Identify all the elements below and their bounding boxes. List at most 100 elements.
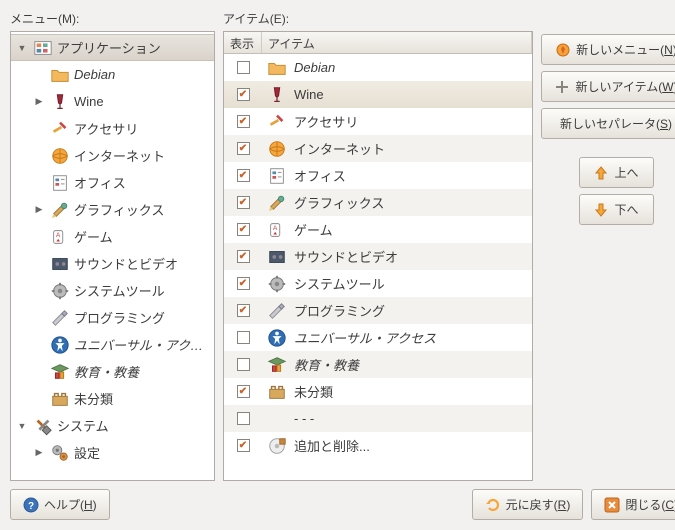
system-tools-icon <box>49 280 71 302</box>
tree-item[interactable]: サウンドとビデオ <box>11 250 214 277</box>
expander-icon[interactable]: ▶ <box>32 204 46 215</box>
internet-icon <box>49 145 71 167</box>
svg-text:A: A <box>56 232 61 239</box>
internet-icon <box>266 138 288 160</box>
show-checkbox[interactable]: ✔ <box>237 169 250 182</box>
table-row[interactable]: ✔Aゲーム <box>224 216 532 243</box>
tree-item[interactable]: ▼ システム <box>11 412 214 439</box>
items-table[interactable]: 表示 アイテム Debian ✔ Wine ✔アクセサリ✔インターネット✔オフィス✔グ… <box>223 31 533 481</box>
show-checkbox[interactable] <box>237 358 250 371</box>
item-label: 追加と削除... <box>294 436 370 455</box>
table-row[interactable]: ✔ Wine <box>224 81 532 108</box>
table-row[interactable]: ✔サウンドとビデオ <box>224 243 532 270</box>
folder-icon <box>49 64 71 86</box>
table-row[interactable]: ✔未分類 <box>224 378 532 405</box>
show-checkbox[interactable]: ✔ <box>237 304 250 317</box>
revert-button[interactable]: 元に戻す(R) <box>472 489 584 520</box>
show-checkbox[interactable] <box>237 412 250 425</box>
table-row[interactable]: ✔インターネット <box>224 135 532 162</box>
tree-item-label: ゲーム <box>74 227 210 246</box>
tree-item[interactable]: アクセサリ <box>11 115 214 142</box>
table-row[interactable]: - - - <box>224 405 532 432</box>
graphics-icon <box>49 199 71 221</box>
multimedia-icon <box>49 253 71 275</box>
tree-item[interactable]: システムツール <box>11 277 214 304</box>
show-checkbox[interactable]: ✔ <box>237 439 250 452</box>
item-label: Wine <box>294 87 324 102</box>
tree-item[interactable]: 教育・教養 <box>11 358 214 385</box>
table-row[interactable]: ✔ システムツール <box>224 270 532 297</box>
system-tools-icon <box>266 273 288 295</box>
table-row[interactable]: 教育・教養 <box>224 351 532 378</box>
tree-item[interactable]: ユニバーサル・アクセス <box>11 331 214 358</box>
item-label: 教育・教養 <box>294 355 359 374</box>
tree-item-label: Wine <box>74 94 210 109</box>
arrow-down-icon <box>593 202 609 218</box>
wine-icon <box>49 91 71 113</box>
tree-item[interactable]: プログラミング <box>11 304 214 331</box>
new-separator-button[interactable]: 新しいセパレータ(S) <box>541 108 675 139</box>
tree-item[interactable]: A ゲーム <box>11 223 214 250</box>
new-menu-button[interactable]: 新しいメニュー(N) <box>541 34 675 65</box>
show-checkbox[interactable]: ✔ <box>237 115 250 128</box>
games-icon: A <box>266 219 288 241</box>
show-checkbox[interactable]: ✔ <box>237 385 250 398</box>
show-checkbox[interactable]: ✔ <box>237 142 250 155</box>
item-label: - - - <box>294 411 314 426</box>
tree-item-label: 未分類 <box>74 389 210 408</box>
tree-item-label: グラフィックス <box>74 200 210 219</box>
arrow-up-icon <box>593 165 609 181</box>
close-button[interactable]: 閉じる(C) <box>591 489 675 520</box>
show-checkbox[interactable]: ✔ <box>237 277 250 290</box>
tree-item[interactable]: ▼アプリケーション <box>11 34 214 61</box>
expander-icon[interactable]: ▼ <box>15 421 29 431</box>
tree-item-label: インターネット <box>74 146 210 165</box>
tree-item[interactable]: ▶ 設定 <box>11 439 214 466</box>
show-checkbox[interactable]: ✔ <box>237 88 250 101</box>
multimedia-icon <box>266 246 288 268</box>
accessories-icon <box>266 111 288 133</box>
table-row[interactable]: ユニバーサル・アクセス <box>224 324 532 351</box>
show-checkbox[interactable] <box>237 61 250 74</box>
show-checkbox[interactable]: ✔ <box>237 196 250 209</box>
table-row[interactable]: ✔アクセサリ <box>224 108 532 135</box>
show-checkbox[interactable]: ✔ <box>237 223 250 236</box>
tree-item[interactable]: Debian <box>11 61 214 88</box>
show-checkbox[interactable]: ✔ <box>237 250 250 263</box>
show-checkbox[interactable] <box>237 331 250 344</box>
expander-icon[interactable]: ▶ <box>32 96 46 107</box>
move-up-button[interactable]: 上へ <box>579 157 654 188</box>
tree-item-label: Debian <box>74 67 210 82</box>
menu-tree[interactable]: ▼アプリケーション Debian ▶ Wine アクセサリインターネットオフィス ▶ グラフ… <box>10 31 215 481</box>
column-item[interactable]: アイテム <box>262 32 532 53</box>
table-header: 表示 アイテム <box>224 32 532 54</box>
tree-item-label: 教育・教養 <box>74 362 210 381</box>
tree-item-label: オフィス <box>74 173 210 192</box>
table-row[interactable]: ✔オフィス <box>224 162 532 189</box>
wine-icon <box>266 84 288 106</box>
item-label: システムツール <box>294 274 385 293</box>
tree-item[interactable]: ▶ Wine <box>11 88 214 115</box>
expander-icon[interactable]: ▼ <box>15 43 29 53</box>
table-row[interactable]: ✔ プログラミング <box>224 297 532 324</box>
help-button[interactable]: ? ヘルプ(H) <box>10 489 110 520</box>
item-label: プログラミング <box>294 301 385 320</box>
tree-item[interactable]: 未分類 <box>11 385 214 412</box>
help-icon: ? <box>23 497 39 513</box>
tree-item-label: 設定 <box>74 443 210 462</box>
tree-item[interactable]: オフィス <box>11 169 214 196</box>
move-down-button[interactable]: 下へ <box>579 194 654 225</box>
table-row[interactable]: ✔グラフィックス <box>224 189 532 216</box>
new-item-button[interactable]: 新しいアイテム(W) <box>541 71 675 102</box>
tree-item[interactable]: インターネット <box>11 142 214 169</box>
column-show[interactable]: 表示 <box>224 32 262 53</box>
add-remove-icon <box>266 435 288 457</box>
table-row[interactable]: Debian <box>224 54 532 81</box>
graphics-icon <box>266 192 288 214</box>
svg-text:?: ? <box>28 501 34 512</box>
expander-icon[interactable]: ▶ <box>32 447 46 458</box>
tree-item[interactable]: ▶ グラフィックス <box>11 196 214 223</box>
table-row[interactable]: ✔ 追加と削除... <box>224 432 532 459</box>
svg-text:A: A <box>273 225 278 232</box>
tree-item-label: システム <box>57 416 210 435</box>
